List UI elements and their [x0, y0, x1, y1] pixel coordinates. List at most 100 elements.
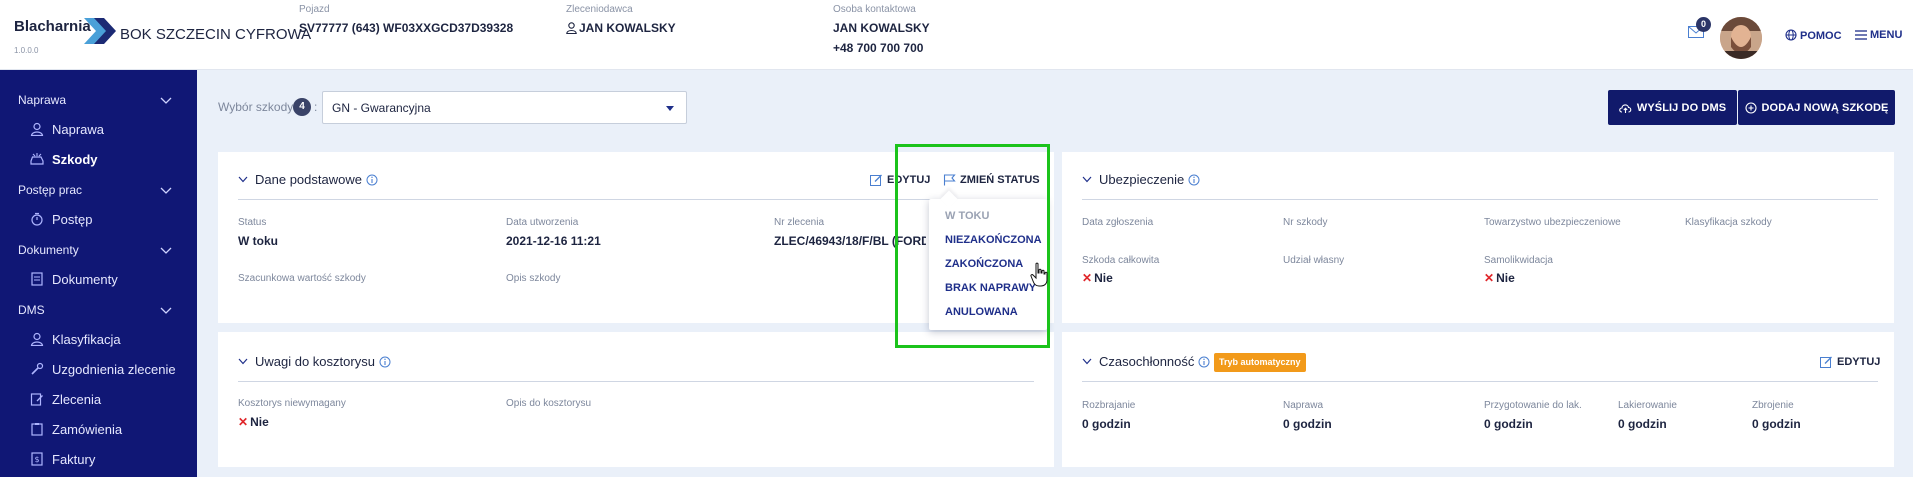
estimate-description-label: Opis do kosztorysu — [506, 398, 592, 409]
estimate-not-required-value: ✕ Nie — [238, 415, 269, 429]
labor-col-label: Rozbrajanie — [1082, 400, 1136, 411]
help-link[interactable]: POMOC — [1785, 29, 1842, 42]
sidebar-item-uzgodnienia-zlecenie[interactable]: Uzgodnienia zlecenie — [30, 358, 176, 380]
invoice-icon: $ — [31, 452, 43, 466]
damage-select-value: GN - Gwarancyjna — [332, 101, 431, 115]
self-liquidation-value: ✕ Nie — [1484, 271, 1515, 285]
sidebar-item-faktury[interactable]: $ Faktury — [30, 448, 95, 470]
labor-col-value: 0 godzin — [1082, 417, 1131, 431]
insurer-label: Towarzystwo ubezpieczeniowe — [1484, 217, 1621, 228]
avatar[interactable] — [1720, 17, 1762, 59]
sidebar-item-klasyfikacja[interactable]: Klasyfikacja — [30, 328, 121, 350]
logo[interactable]: Blacharnia 1.0.0.0 — [14, 18, 116, 55]
divider — [238, 381, 1034, 382]
labor-col-label: Zbrojenie — [1752, 400, 1794, 411]
sidebar-section-naprawa[interactable]: Naprawa — [18, 93, 66, 107]
info-icon[interactable] — [379, 356, 391, 368]
sidebar-item-szkody[interactable]: Szkody — [30, 148, 98, 170]
status-value: W toku — [238, 234, 278, 248]
damage-number-label: Nr szkody — [1283, 217, 1328, 228]
client-info: Zleceniodawca JAN KOWALSKY — [566, 4, 676, 35]
chevron-down-icon — [238, 176, 248, 183]
app-title: BOK SZCZECIN CYFROWA — [120, 26, 312, 43]
plus-circle-icon — [1744, 101, 1757, 114]
send-to-dms-button[interactable]: WYŚLIJ DO DMS — [1608, 90, 1737, 125]
labor-edit-label: EDYTUJ — [1837, 356, 1881, 368]
divider — [1082, 381, 1878, 382]
sidebar-item-label: Zlecenia — [52, 391, 102, 407]
damage-count-badge: 4 — [293, 98, 311, 116]
client-value: JAN KOWALSKY — [579, 21, 676, 35]
auto-mode-badge: Tryb automatyczny — [1214, 353, 1306, 372]
chevron-down-icon[interactable] — [160, 97, 172, 105]
x-icon: ✕ — [1082, 271, 1093, 285]
client-label: Zleceniodawca — [566, 4, 633, 15]
info-icon[interactable] — [366, 174, 378, 186]
sidebar-section-dms[interactable]: DMS — [18, 303, 45, 317]
chevron-down-icon[interactable] — [160, 247, 172, 255]
cloud-upload-icon — [1619, 103, 1632, 113]
sidebar-item-zamowienia[interactable]: Zamówienia — [30, 418, 122, 440]
basic-data-title-text: Dane podstawowe — [255, 172, 362, 187]
labor-title[interactable]: Czasochłonność — [1082, 354, 1210, 369]
person-icon — [30, 332, 44, 346]
logo-name: Blacharnia — [14, 18, 91, 35]
contact-phone: +48 700 700 700 — [833, 41, 924, 55]
sidebar-section-postep-prac[interactable]: Postęp prac — [18, 183, 82, 197]
estimate-not-required-label: Kosztorys niewymagany — [238, 398, 346, 409]
sidebar-section-dokumenty[interactable]: Dokumenty — [18, 243, 79, 257]
sidebar-item-naprawa[interactable]: Naprawa — [30, 118, 104, 140]
damage-select-colon: : — [314, 100, 318, 114]
labor-col-value: 0 godzin — [1283, 417, 1332, 431]
sidebar-item-dokumenty[interactable]: Dokumenty — [30, 268, 118, 290]
created-value: 2021-12-16 11:21 — [506, 234, 601, 248]
report-date-label: Data zgłoszenia — [1082, 217, 1154, 228]
help-label: POMOC — [1800, 30, 1842, 42]
labor-edit-button[interactable]: EDYTUJ — [1820, 356, 1880, 368]
edit-icon — [1820, 356, 1832, 368]
labor-col-value: 0 godzin — [1752, 417, 1801, 431]
labor-col-value: 0 godzin — [1618, 417, 1667, 431]
labor-title-text: Czasochłonność — [1099, 354, 1195, 369]
total-loss-label: Szkoda całkowita — [1082, 255, 1160, 266]
edit-icon — [870, 174, 882, 186]
basic-data-title[interactable]: Dane podstawowe — [238, 172, 378, 187]
sidebar-item-zlecenia[interactable]: Zlecenia — [30, 388, 101, 410]
chevron-down-icon — [1082, 176, 1092, 183]
sidebar-item-label: Naprawa — [52, 121, 105, 137]
info-icon[interactable] — [1198, 356, 1210, 368]
estimate-notes-title[interactable]: Uwagi do kosztorysu — [238, 354, 391, 369]
info-icon[interactable] — [1188, 174, 1200, 186]
damage-select[interactable]: GN - Gwarancyjna — [322, 91, 687, 124]
sidebar-item-label: Postęp — [52, 211, 93, 227]
contact-label: Osoba kontaktowa — [833, 4, 916, 15]
order-label: Nr zlecenia — [774, 217, 825, 228]
sidebar-item-label: Faktury — [52, 451, 96, 467]
divider — [1082, 199, 1878, 200]
self-liquidation-label: Samolikwidacja — [1484, 255, 1553, 266]
vehicle-value: SV77777 (643) WF03XXGCD37D39328 — [299, 21, 514, 35]
person-icon — [566, 22, 577, 34]
dropdown-arrow-icon — [666, 106, 674, 111]
status-label: Status — [238, 217, 267, 228]
edit-document-icon — [30, 393, 43, 406]
sidebar: Naprawa Naprawa Szkody Postęp prac Postę… — [0, 70, 197, 477]
person-icon — [30, 122, 44, 136]
labor-col-label: Naprawa — [1283, 400, 1324, 411]
own-share-label: Udział własny — [1283, 255, 1345, 266]
sidebar-item-postep[interactable]: Postęp — [30, 208, 92, 230]
menu-label: MENU — [1870, 29, 1903, 41]
sidebar-item-label: Dokumenty — [52, 271, 118, 287]
client-value-wrap: JAN KOWALSKY — [566, 21, 676, 35]
insurance-title[interactable]: Ubezpieczenie — [1082, 172, 1200, 187]
chevron-down-icon[interactable] — [160, 307, 172, 315]
clipboard-icon — [31, 423, 43, 436]
document-icon — [31, 272, 43, 286]
damage-description-label: Opis szkody — [506, 273, 561, 284]
chevron-down-icon[interactable] — [160, 187, 172, 195]
mail-count-badge: 0 — [1696, 17, 1711, 32]
menu-button[interactable]: MENU — [1855, 29, 1902, 41]
sidebar-item-label: Szkody — [52, 151, 98, 167]
contact-name: JAN KOWALSKY — [833, 21, 930, 35]
add-damage-button[interactable]: DODAJ NOWĄ SZKODĘ — [1738, 90, 1895, 125]
